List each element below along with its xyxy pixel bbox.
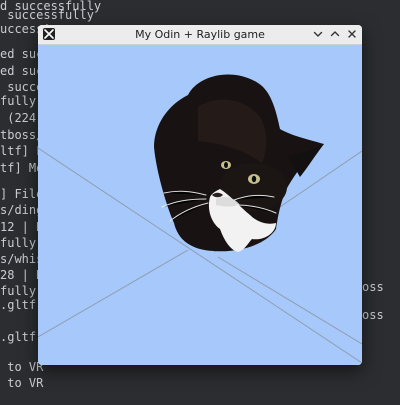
close-button[interactable] [346, 28, 358, 40]
terminal-line-right: oss [362, 308, 384, 322]
terminal-line-right: oss [362, 280, 384, 294]
terminal-line: succe [0, 80, 44, 94]
terminal-line: .gltf] [0, 298, 44, 312]
window-titlebar[interactable]: My Odin + Raylib game [38, 25, 362, 45]
game-window[interactable]: My Odin + Raylib game [38, 25, 362, 365]
terminal-line: (224 [0, 111, 37, 125]
game-viewport[interactable] [38, 45, 362, 365]
terminal-line: to VR [0, 376, 44, 390]
terminal-line: to VR [0, 360, 44, 374]
terminal-line: ltf] F [0, 144, 44, 158]
terminal-line: fully [0, 236, 37, 250]
chevron-up-icon [330, 31, 340, 37]
close-icon [348, 30, 356, 38]
minimize-button[interactable] [312, 28, 324, 40]
terminal-line: tboss/ [0, 128, 44, 142]
terminal-line: s/ding [0, 203, 44, 217]
terminal-line: 12 | R [0, 220, 44, 234]
terminal-line: successfully [0, 8, 94, 22]
terminal-line: tf] Mo [0, 161, 44, 175]
terminal-line: s/whis [0, 252, 44, 266]
terminal-line: fully [0, 284, 37, 298]
cat-model [154, 74, 324, 252]
maximize-button[interactable] [329, 28, 341, 40]
terminal-line: .gltf] [0, 330, 44, 344]
terminal-line: 28 | R [0, 268, 44, 282]
terminal-line: ] File [0, 187, 44, 201]
terminal-line: fully [0, 94, 37, 108]
chevron-down-icon [313, 31, 323, 37]
scene-canvas [38, 74, 362, 364]
